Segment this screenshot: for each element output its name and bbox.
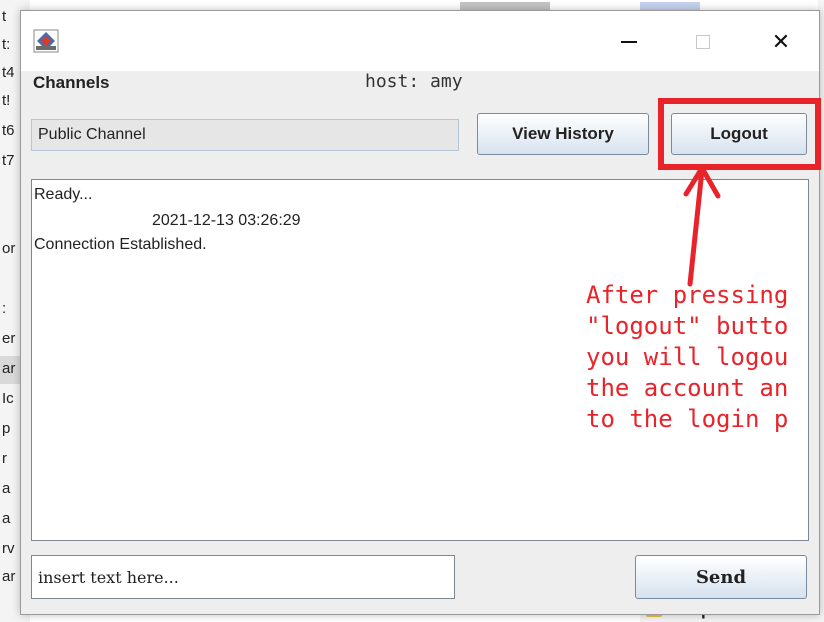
message-timestamp: 2021-12-13 03:26:29	[152, 212, 301, 229]
background-fragment: t!	[2, 92, 11, 109]
background-fragment: Ic	[2, 390, 14, 407]
title-bar: ✕	[21, 11, 819, 71]
minimize-icon	[621, 41, 637, 43]
background-fragment: r	[2, 450, 7, 467]
message-input[interactable]: insert text here...	[31, 555, 455, 599]
logout-button[interactable]: Logout	[671, 113, 807, 155]
message-line: Connection Established.	[34, 236, 207, 253]
background-fragment: t	[2, 8, 7, 25]
background-text-blur	[460, 2, 550, 10]
background-fragment: t6	[2, 122, 15, 139]
background-fragment: er	[2, 330, 16, 347]
background-fragment: a	[2, 480, 11, 497]
background-fragment: ar	[2, 360, 16, 377]
java-app-icon	[33, 29, 59, 53]
chat-window: ✕ Channels host: amy Public Channel View…	[20, 10, 821, 615]
host-label: host: amy	[365, 71, 463, 92]
background-link-blur	[640, 2, 700, 10]
close-button[interactable]: ✕	[759, 25, 803, 59]
background-fragment: ar	[2, 568, 16, 585]
background-fragment: a	[2, 510, 11, 527]
view-history-button[interactable]: View History	[477, 113, 649, 155]
background-fragment: p	[2, 420, 11, 437]
background-fragment: t4	[2, 64, 15, 81]
background-fragment: or	[2, 240, 16, 257]
minimize-button[interactable]	[607, 25, 651, 59]
background-fragment: :	[2, 300, 7, 317]
maximize-button[interactable]	[681, 25, 725, 59]
channels-label: Channels	[33, 73, 110, 92]
background-fragment: t7	[2, 152, 15, 169]
maximize-icon	[696, 35, 710, 49]
background-fragment: t:	[2, 36, 11, 53]
close-icon: ✕	[771, 29, 791, 55]
channel-name-field[interactable]: Public Channel	[31, 119, 459, 151]
message-line: Ready...	[34, 186, 93, 203]
message-area[interactable]: Ready... 2021-12-13 03:26:29 Connection …	[31, 179, 809, 541]
background-fragment: rv	[2, 540, 15, 557]
send-button[interactable]: Send	[635, 555, 807, 599]
